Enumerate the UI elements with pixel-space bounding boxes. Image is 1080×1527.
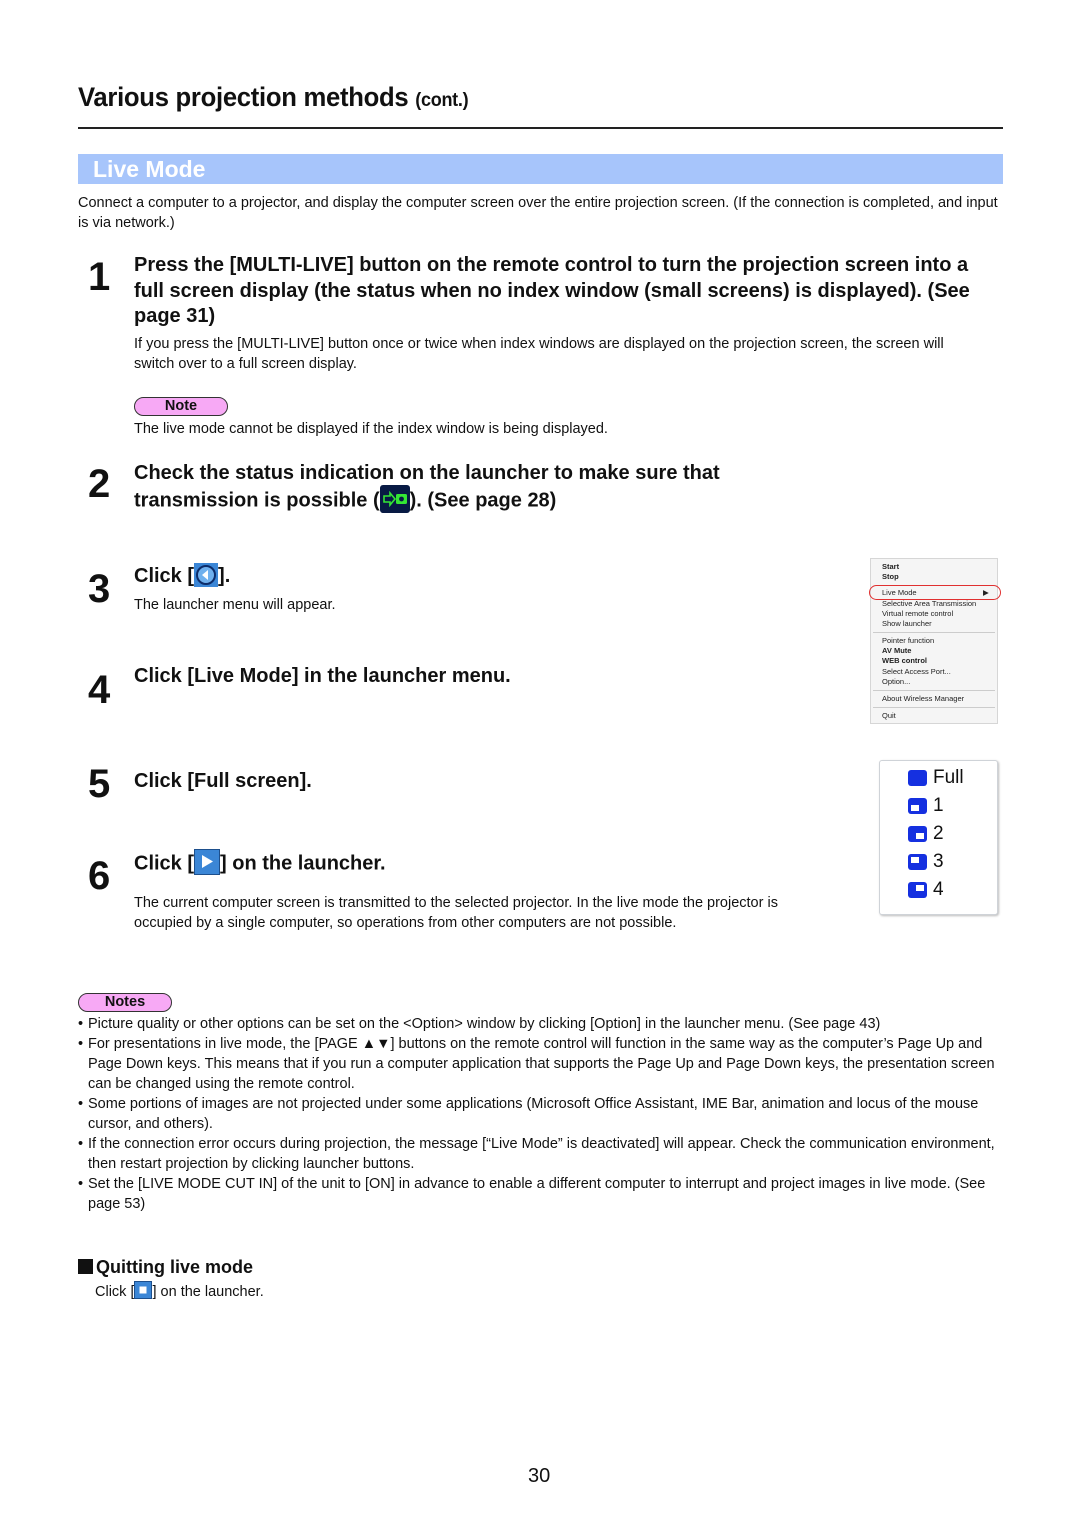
step-heading-6-tail: ] on the launcher.	[220, 852, 386, 875]
quitting-heading: Quitting live mode	[78, 1257, 253, 1278]
step-number-2: 2	[88, 462, 111, 506]
submenu-item-1-label: 1	[933, 795, 944, 816]
submenu-item-2[interactable]: 2	[908, 823, 944, 845]
bullet-icon: •	[78, 1096, 84, 1112]
menu-item-av-mute[interactable]: AV Mute	[882, 646, 911, 655]
section-title: Live Mode	[93, 156, 206, 182]
menu-item-virtual-remote[interactable]: Virtual remote control	[882, 609, 953, 618]
step-number-4: 4	[88, 668, 111, 712]
quitting-heading-text: Quitting live mode	[96, 1257, 254, 1277]
step-heading-5: Click [Full screen].	[134, 770, 312, 792]
full-screen-icon	[908, 770, 927, 786]
step-heading-3: Click [].	[134, 562, 994, 590]
live-mode-submenu-screenshot: Full 1 2 3 4	[879, 760, 998, 915]
launcher-menu-icon[interactable]	[194, 562, 219, 587]
transmission-possible-icon	[379, 484, 410, 513]
bullet-icon: •	[78, 1036, 84, 1052]
menu-item-start[interactable]: Start	[882, 562, 899, 571]
note-label: Note	[134, 397, 228, 416]
square-bullet-icon	[78, 1259, 93, 1274]
step-body-3: The launcher menu will appear.	[134, 597, 336, 613]
launcher-menu-screenshot: Start Stop Live Mode ▶ Selective Area Tr…	[869, 558, 1001, 724]
menu-item-stop[interactable]: Stop	[882, 572, 899, 581]
step-heading-2: Check the status indication on the launc…	[134, 461, 814, 515]
bullet-icon: •	[78, 1176, 84, 1192]
section-header: Live Mode	[78, 154, 1003, 184]
menu-item-quit[interactable]: Quit	[882, 711, 896, 720]
play-icon[interactable]	[194, 849, 221, 875]
note-item: • Set the [LIVE MODE CUT IN] of the unit …	[78, 1174, 1003, 1214]
bullet-icon: •	[78, 1016, 84, 1032]
step-number-3: 3	[88, 567, 111, 611]
submenu-item-4[interactable]: 4	[908, 879, 944, 901]
menu-separator	[873, 632, 995, 633]
quitting-body: Click [ ] on the launcher.	[95, 1281, 264, 1301]
step-heading-6: Click [ ] on the launcher.	[134, 849, 994, 877]
page-title-suffix: (cont.)	[415, 90, 469, 111]
step-heading-3-tail: ].	[218, 565, 231, 587]
step-heading-3-text: Click [	[134, 565, 195, 587]
note-item-text: Set the [LIVE MODE CUT IN] of the unit t…	[88, 1176, 986, 1212]
quitting-body-tail: ] on the launcher.	[152, 1283, 264, 1300]
page-title-text: Various projection methods	[78, 82, 409, 112]
submenu-item-4-label: 4	[933, 879, 944, 900]
notes-list: • Picture quality or other options can be…	[78, 1014, 1003, 1214]
step-body-6: The current computer screen is transmitt…	[134, 895, 778, 931]
step-number-1: 1	[88, 255, 111, 299]
note-item-text: For presentations in live mode, the [PAG…	[88, 1036, 995, 1092]
bullet-icon: •	[78, 1136, 84, 1152]
step-heading-4: Click [Live Mode] in the launcher menu.	[134, 665, 511, 687]
step-heading-1: Press the [MULTI-LIVE] button on the rem…	[134, 254, 970, 327]
menu-item-show-launcher[interactable]: Show launcher	[882, 619, 932, 628]
submenu-item-full-label: Full	[933, 767, 964, 788]
step-number-6: 6	[88, 854, 111, 898]
note-item: • For presentations in live mode, the [PA…	[78, 1034, 1003, 1094]
note-item-text: If the connection error occurs during pr…	[88, 1136, 995, 1172]
menu-separator	[873, 690, 995, 691]
menu-item-pointer[interactable]: Pointer function	[882, 636, 934, 645]
menu-item-selective-area[interactable]: Selective Area Transmission	[882, 599, 976, 608]
quitting-body-text: Click [	[95, 1283, 135, 1300]
menu-item-about[interactable]: About Wireless Manager	[882, 694, 964, 703]
submenu-item-full[interactable]: Full	[908, 767, 964, 789]
note-item-text: Picture quality or other options can be …	[88, 1016, 881, 1032]
quadrant-2-icon	[908, 826, 927, 842]
note-item: • Some portions of images are not project…	[78, 1094, 1003, 1134]
note-item: • Picture quality or other options can be…	[78, 1014, 1003, 1034]
live-mode-highlight-circle	[869, 585, 1001, 600]
step-heading-2-tail: ). (See page 28)	[409, 488, 557, 511]
note-text: The live mode cannot be displayed if the…	[134, 421, 608, 437]
page-number: 30	[528, 1465, 551, 1487]
submenu-item-1[interactable]: 1	[908, 795, 944, 817]
menu-separator	[873, 707, 995, 708]
page-title: Various projection methods (cont.)	[78, 82, 469, 113]
step-heading-6-text: Click [	[134, 852, 195, 875]
notes-label: Notes	[78, 993, 172, 1012]
title-divider	[78, 127, 1003, 129]
note-item: • If the connection error occurs during p…	[78, 1134, 1003, 1174]
step-body-1: If you press the [MULTI-LIVE] button onc…	[134, 336, 944, 372]
quadrant-1-icon	[908, 798, 927, 814]
stop-icon[interactable]	[134, 1281, 153, 1299]
quadrant-4-icon	[908, 882, 927, 898]
section-intro: Connect a computer to a projector, and d…	[78, 195, 998, 231]
step-number-5: 5	[88, 762, 111, 806]
submenu-item-2-label: 2	[933, 823, 944, 844]
note-item-text: Some portions of images are not projecte…	[88, 1096, 979, 1132]
